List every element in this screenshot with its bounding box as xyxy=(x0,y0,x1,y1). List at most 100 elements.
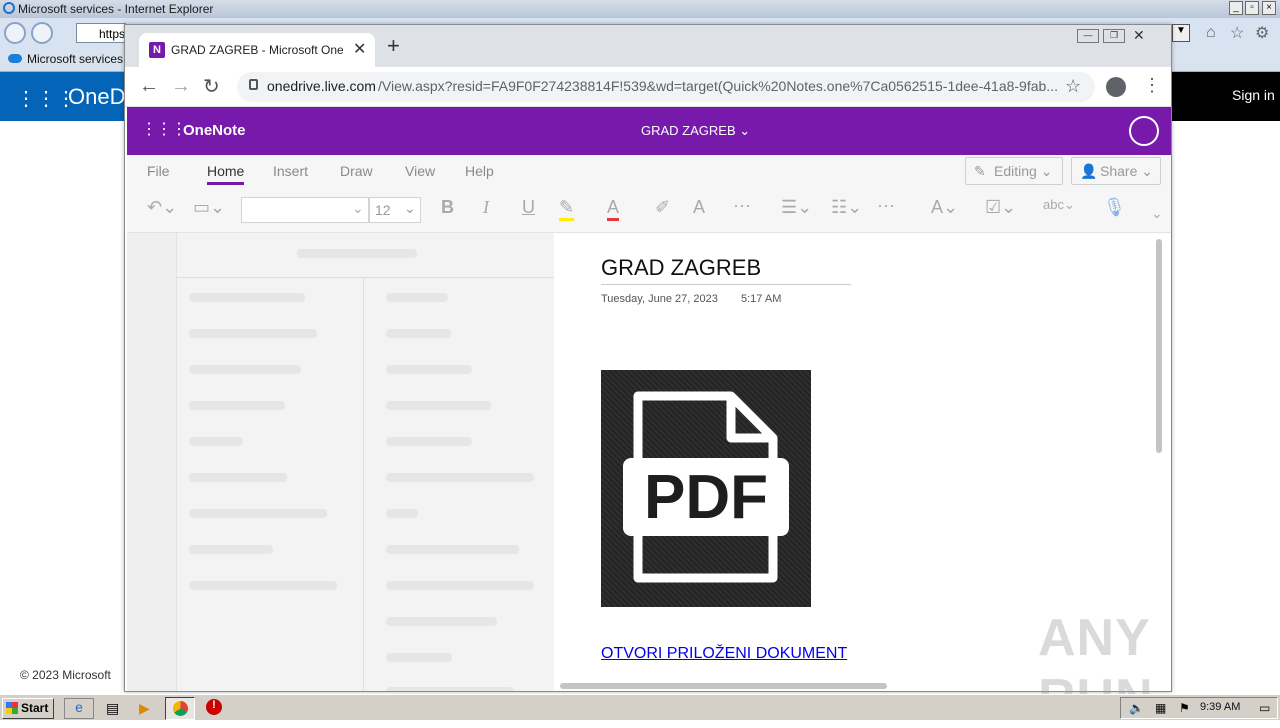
font-family-dropdown[interactable]: ⌄ xyxy=(241,197,369,223)
page-title[interactable]: GRAD ZAGREB xyxy=(601,255,851,285)
media-player-icon[interactable]: ▶ xyxy=(139,700,150,717)
explorer-folder-icon[interactable]: ▤ xyxy=(106,700,119,717)
ie-dropdown-button[interactable]: ▼ xyxy=(1172,24,1190,42)
chevron-down-icon: ⌄ xyxy=(352,200,364,216)
onenote-app-name[interactable]: OneNote xyxy=(183,122,246,139)
url-path: /View.aspx?resid=FA9F0F274238814F!539&wd… xyxy=(378,78,1058,94)
ie-maximize-button[interactable]: ▫ xyxy=(1245,1,1259,15)
ie-tab-label[interactable]: Microsoft services xyxy=(27,52,123,66)
notebook-title-text: GRAD ZAGREB xyxy=(641,123,736,138)
volume-icon[interactable]: 🔈 xyxy=(1129,701,1144,715)
chrome-menu-icon[interactable]: ⋮ xyxy=(1143,75,1161,96)
editing-mode-button[interactable]: ✎ Editing ⌄ xyxy=(965,157,1063,185)
ie-forward-icon[interactable] xyxy=(31,22,53,44)
profile-avatar-icon[interactable] xyxy=(1106,77,1126,97)
nav-divider xyxy=(363,278,364,691)
forward-arrow-icon[interactable]: → xyxy=(171,75,191,98)
waffle-icon[interactable]: ⋮⋮⋮ xyxy=(141,119,187,139)
font-size-dropdown[interactable]: 12 ⌄ xyxy=(369,197,421,223)
chrome-restore-button[interactable]: ❐ xyxy=(1103,29,1125,43)
nav-header xyxy=(177,233,554,278)
chrome-minimize-button[interactable]: — xyxy=(1077,29,1099,43)
numbering-icon[interactable]: ☷⌄ xyxy=(831,197,862,218)
security-alert-icon[interactable]: ! xyxy=(206,699,222,715)
ribbon-tab-bar: File Home Insert Draw View Help ✎ Editin… xyxy=(127,155,1171,187)
tab-draw[interactable]: Draw xyxy=(340,163,373,179)
notebook-title[interactable]: GRAD ZAGREB ⌄ xyxy=(641,123,750,139)
share-button[interactable]: 👤 Share ⌄ xyxy=(1071,157,1161,185)
page-date: Tuesday, June 27, 2023 xyxy=(601,293,718,305)
back-arrow-icon[interactable]: ← xyxy=(139,75,159,98)
tools-gear-icon[interactable]: ⚙ xyxy=(1255,23,1269,43)
ribbon-expand-icon[interactable]: ⌄ xyxy=(1151,205,1163,222)
tab-insert[interactable]: Insert xyxy=(273,163,308,179)
url-bar[interactable]: onedrive.live.com /View.aspx?resid=FA9F0… xyxy=(237,72,1095,102)
ie-logo-icon xyxy=(3,2,15,14)
onedrive-title: OneD xyxy=(68,84,126,109)
home-icon[interactable]: ⌂ xyxy=(1206,24,1216,42)
bullets-icon[interactable]: ☰⌄ xyxy=(781,197,812,218)
onedrive-cloud-icon xyxy=(8,54,22,63)
system-clock[interactable]: 9:39 AM xyxy=(1200,701,1240,713)
show-desktop-icon[interactable]: ▭ xyxy=(1259,701,1270,715)
open-document-link[interactable]: OTVORI PRILOŽENI DOKUMENT xyxy=(601,645,847,663)
spelling-icon[interactable]: abc⌄ xyxy=(1043,197,1075,213)
flag-icon[interactable]: ⚑ xyxy=(1179,701,1190,715)
more-paragraph-icon[interactable]: ··· xyxy=(877,195,895,216)
account-icon[interactable] xyxy=(1129,116,1159,146)
onedrive-signin-area: Sign in xyxy=(1170,72,1280,121)
font-color-icon[interactable]: A xyxy=(607,197,620,221)
styles-icon[interactable]: A⌄ xyxy=(931,197,958,218)
network-icon[interactable]: ▦ xyxy=(1155,701,1166,715)
tab-view[interactable]: View xyxy=(405,163,435,179)
bookmark-star-icon[interactable]: ☆ xyxy=(1065,76,1081,97)
clear-formatting-icon[interactable]: A xyxy=(693,197,705,218)
ie-address-bar[interactable]: https xyxy=(76,23,126,43)
sign-in-link[interactable]: Sign in xyxy=(1232,87,1275,103)
lock-icon xyxy=(249,79,258,90)
italic-icon[interactable]: I xyxy=(483,197,489,218)
vertical-scrollbar[interactable] xyxy=(1156,239,1162,453)
ie-address-text: https xyxy=(99,27,126,41)
format-painter-icon[interactable]: ✐ xyxy=(655,197,670,218)
share-label: Share xyxy=(1100,163,1138,179)
pdf-image[interactable]: PDF xyxy=(601,370,811,607)
tab-close-icon[interactable]: ✕ xyxy=(353,39,366,59)
app-launcher-icon[interactable]: ⋮⋮⋮ xyxy=(16,86,76,111)
horizontal-scrollbar[interactable] xyxy=(560,683,887,689)
highlight-icon[interactable]: ✎ xyxy=(559,197,575,221)
chrome-tab-title: GRAD ZAGREB - Microsoft OneNote xyxy=(171,43,343,57)
windows-taskbar: Start e ▤ ▶ ! 🔈 ▦ ⚑ ▭ 9:39 AM xyxy=(0,694,1280,720)
ie-taskbar-icon[interactable]: e xyxy=(64,698,94,719)
ie-window-title: Microsoft services - Internet Explorer xyxy=(18,2,214,16)
undo-icon[interactable]: ↶⌄ xyxy=(147,197,177,218)
url-domain: onedrive.live.com xyxy=(267,78,376,94)
dictate-mic-icon[interactable]: 🎙 xyxy=(1103,197,1126,218)
windows-logo-icon xyxy=(6,702,18,714)
chrome-tab-strip: N GRAD ZAGREB - Microsoft OneNote ✕ + — … xyxy=(125,25,1171,67)
start-label: Start xyxy=(21,701,49,715)
copyright-footer: © 2023 Microsoft xyxy=(20,668,111,682)
more-options-icon[interactable]: ··· xyxy=(733,195,751,216)
new-tab-icon[interactable]: + xyxy=(387,35,400,57)
pdf-label: PDF xyxy=(644,463,768,532)
ie-close-button[interactable]: × xyxy=(1262,1,1276,15)
page-time: 5:17 AM xyxy=(741,293,782,305)
start-button[interactable]: Start xyxy=(2,698,54,719)
reload-icon[interactable]: ↻ xyxy=(203,74,220,99)
favorites-star-icon[interactable]: ☆ xyxy=(1230,23,1244,43)
chrome-tab[interactable]: N GRAD ZAGREB - Microsoft OneNote ✕ xyxy=(139,33,375,67)
clipboard-icon[interactable]: ▭⌄ xyxy=(193,197,225,218)
ie-minimize-button[interactable]: _ xyxy=(1229,1,1243,15)
tag-checkbox-icon[interactable]: ☑⌄ xyxy=(985,197,1016,218)
font-size-value: 12 xyxy=(375,202,391,218)
tab-file[interactable]: File xyxy=(147,163,170,179)
bold-icon[interactable]: B xyxy=(441,197,454,218)
share-people-icon: 👤 xyxy=(1080,163,1098,179)
tab-home[interactable]: Home xyxy=(207,163,245,185)
chrome-taskbar-button[interactable] xyxy=(165,697,195,720)
tab-help[interactable]: Help xyxy=(465,163,494,179)
underline-icon[interactable]: U xyxy=(522,197,535,218)
chrome-close-button[interactable]: ✕ xyxy=(1133,27,1145,44)
ie-back-icon[interactable] xyxy=(4,22,26,44)
